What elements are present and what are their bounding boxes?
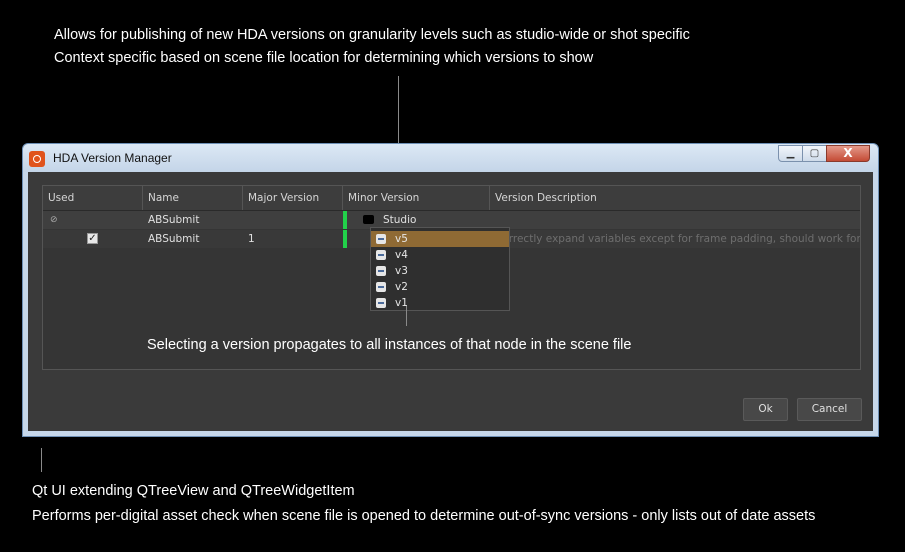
annotation-context: Context specific based on scene file loc… [54,50,594,66]
maximize-button[interactable]: ▢ [802,145,827,162]
dropdown-item-label: v2 [395,281,408,293]
tree-header: Used Name Major Version Minor Version Ve… [43,186,860,211]
hda-version-manager-window: HDA Version Manager ▁ ▢ X Used Name Majo… [22,143,879,437]
title-bar[interactable]: HDA Version Manager ▁ ▢ X [23,144,878,172]
dropdown-item-label: v3 [395,265,408,277]
minor-version-dropdown[interactable]: v5 v4 v3 v2 v1 [370,227,510,311]
row-major-version [243,211,343,229]
dropdown-item-v3[interactable]: v3 [371,263,509,279]
expand-indicator[interactable]: ⊘ [45,211,143,229]
annotation-selection: Selecting a version propagates to all in… [147,337,632,353]
studio-icon [363,215,374,224]
minimize-button[interactable]: ▁ [778,145,803,162]
green-status-marker [343,230,347,248]
used-checkbox[interactable]: ✓ [87,233,98,244]
dropdown-item-label: v4 [395,249,408,261]
row-name: ABSubmit [148,233,200,245]
header-major-version[interactable]: Major Version [243,186,343,210]
header-version-description[interactable]: Version Description [490,186,860,210]
row-name: ABSubmit [148,214,200,226]
dropdown-item-v4[interactable]: v4 [371,247,509,263]
header-minor-version[interactable]: Minor Version [343,186,490,210]
annotation-pointer-line [41,448,42,472]
minimize-icon: ▁ [786,148,795,159]
close-icon: X [843,146,853,160]
version-icon [376,282,386,292]
close-button[interactable]: X [826,145,870,162]
version-icon [376,234,386,244]
cancel-button[interactable]: Cancel [797,398,862,421]
dropdown-item-v5[interactable]: v5 [371,231,509,247]
annotation-pointer-line [406,306,407,326]
ok-button[interactable]: Ok [743,398,788,421]
annotation-qt-ui: Qt UI extending QTreeView and QTreeWidge… [32,483,355,499]
dropdown-item-label: v5 [395,233,408,245]
annotation-asset-check: Performs per-digital asset check when sc… [32,508,816,524]
header-used[interactable]: Used [43,186,143,210]
window-title: HDA Version Manager [53,151,172,165]
dropdown-item-v1[interactable]: v1 [371,295,509,311]
annotation-publishing: Allows for publishing of new HDA version… [54,27,690,43]
version-icon [376,266,386,276]
row-description: Correctly expand variables except for fr… [495,233,860,245]
row-major-version: 1 [248,233,255,245]
header-name[interactable]: Name [143,186,243,210]
version-icon [376,250,386,260]
green-status-marker [343,211,347,229]
dropdown-item-v2[interactable]: v2 [371,279,509,295]
version-icon [376,298,386,308]
dialog-client-area: Used Name Major Version Minor Version Ve… [28,172,873,431]
maximize-icon: ▢ [809,148,820,159]
houdini-app-icon [29,151,45,167]
row-description [490,211,860,229]
